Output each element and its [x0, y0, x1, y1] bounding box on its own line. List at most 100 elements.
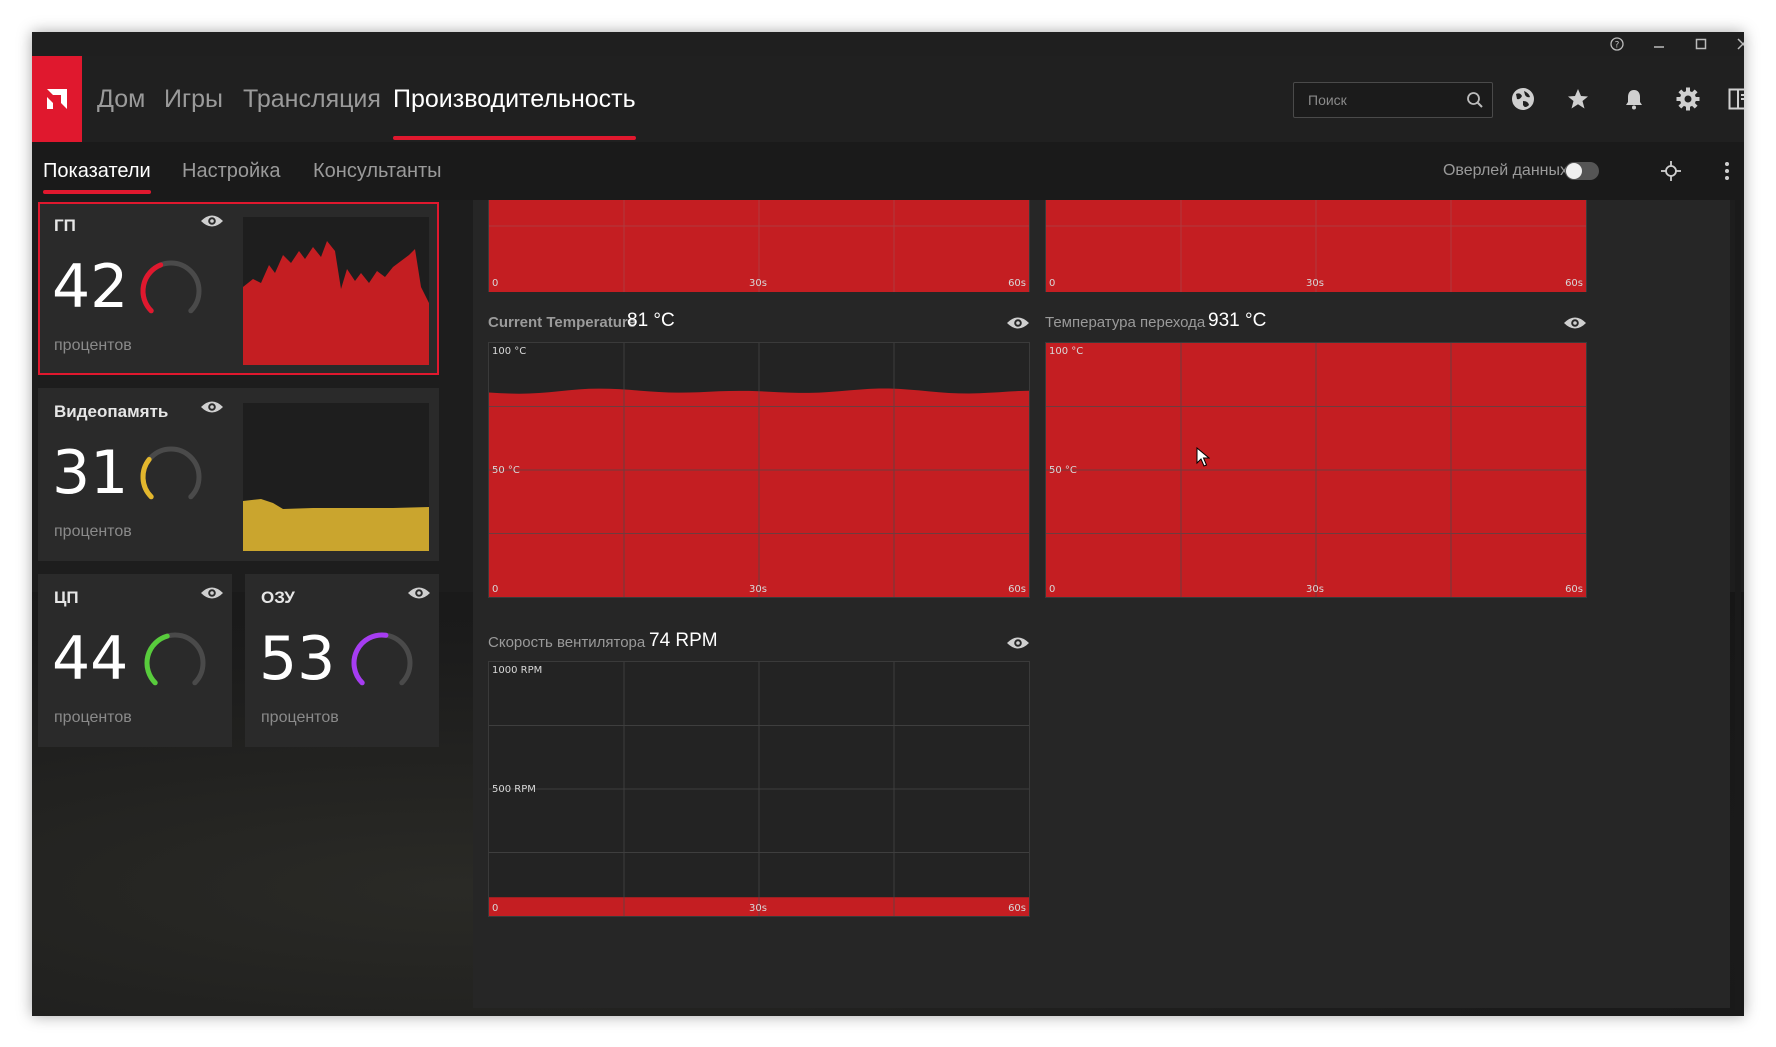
main-nav: Дом Игры Трансляция Производительность: [32, 56, 1744, 142]
eye-icon[interactable]: [200, 212, 224, 230]
cpu-card[interactable]: ЦП 44 процентов: [38, 574, 232, 747]
graph-top-left: 0 30s 60s: [488, 200, 1030, 292]
x-label: 30s: [1306, 584, 1324, 595]
subtab-advisors[interactable]: Консультанты: [313, 142, 442, 200]
y-label: 50 °C: [492, 465, 520, 476]
nav-tab-home[interactable]: Дом: [97, 56, 145, 142]
card-title: ГП: [54, 216, 76, 235]
x-label: 30s: [749, 903, 767, 914]
eye-icon[interactable]: [1563, 314, 1587, 332]
card-title: ОЗУ: [261, 588, 295, 607]
gauge-track: [140, 446, 202, 500]
x-label: 60s: [1008, 903, 1026, 914]
current-temp-graph: 100 °C 50 °C 0 30s 60s: [488, 342, 1030, 598]
search-icon[interactable]: [1466, 91, 1484, 109]
x-label: 0: [492, 584, 499, 595]
x-label: 30s: [749, 278, 767, 289]
card-unit: процентов: [54, 523, 132, 540]
x-label: 0: [1049, 278, 1056, 289]
title-bar: ?: [32, 32, 1744, 56]
eye-icon[interactable]: [200, 584, 224, 602]
crosshair-icon[interactable]: [1659, 159, 1683, 183]
y-label: 1000 RPM: [492, 665, 543, 676]
ram-value: 53: [259, 624, 336, 694]
nav-tab-performance[interactable]: Производительность: [393, 56, 636, 142]
vram-value: 31: [52, 438, 129, 508]
current-temp-header: Current Temperature 81 °C: [488, 308, 1030, 338]
metric-value: 74 RPM: [649, 630, 718, 651]
x-label: 0: [492, 278, 499, 289]
ram-gauge: [351, 632, 413, 686]
overlay-toggle[interactable]: [1565, 162, 1599, 180]
eye-icon[interactable]: [407, 584, 431, 602]
eye-icon[interactable]: [200, 398, 224, 416]
nav-tab-games[interactable]: Игры: [164, 56, 223, 142]
nav-tab-label: Производительность: [393, 85, 636, 113]
y-label: 100 °C: [492, 346, 527, 357]
gpu-value: 42: [52, 252, 129, 322]
x-label: 0: [492, 903, 499, 914]
star-icon[interactable]: [1562, 83, 1594, 115]
gear-icon[interactable]: [1672, 83, 1704, 115]
subtab-tuning[interactable]: Настройка: [182, 142, 280, 200]
x-label: 60s: [1008, 278, 1026, 289]
app-window: ? Дом Игры Трансляция Производительность: [32, 32, 1744, 1016]
search-box: [1293, 82, 1493, 118]
y-label: 100 °C: [1049, 346, 1084, 357]
card-unit: процентов: [54, 709, 132, 726]
scrollbar[interactable]: [1735, 200, 1741, 1010]
subtab-metrics[interactable]: Показатели: [43, 142, 151, 200]
metric-label: Скорость вентилятора: [488, 634, 646, 651]
panel-icon[interactable]: [1725, 83, 1744, 115]
x-label: 30s: [749, 584, 767, 595]
gauge-fill: [351, 632, 389, 686]
overlay-label: Оверлей данных: [1442, 162, 1568, 179]
help-icon[interactable]: ?: [1602, 32, 1632, 56]
gauge-fill: [144, 633, 170, 686]
metric-value: 81 °C: [627, 310, 675, 331]
card-unit: процентов: [261, 709, 339, 726]
subtab-label: Настройка: [182, 160, 281, 182]
x-label: 60s: [1008, 584, 1026, 595]
vram-gauge: [140, 446, 202, 500]
gpu-gauge: [140, 260, 202, 314]
fan-speed-header: Скорость вентилятора 74 RPM: [488, 628, 1030, 658]
metric-label: Температура перехода: [1045, 314, 1206, 331]
mouse-cursor-icon: [1196, 447, 1210, 467]
active-tab-underline: [393, 136, 636, 140]
junction-temp-graph: 100 °C 50 °C 0 30s 60s: [1045, 342, 1587, 598]
x-label: 60s: [1565, 278, 1583, 289]
cpu-value: 44: [52, 624, 129, 694]
metrics-panel: 0 30s 60s 0 30s 60s Current Temperature …: [473, 200, 1730, 1008]
fan-speed-graph: 1000 RPM 500 RPM 0 30s 60s: [488, 661, 1030, 917]
nav-tab-streaming[interactable]: Трансляция: [243, 56, 381, 142]
svg-text:?: ?: [1615, 41, 1620, 51]
vram-sparkline: [243, 403, 429, 551]
card-title: ЦП: [54, 588, 79, 607]
metric-value: 931 °C: [1208, 310, 1267, 331]
x-label: 30s: [1306, 278, 1324, 289]
bell-icon[interactable]: [1618, 83, 1650, 115]
globe-icon[interactable]: [1507, 83, 1539, 115]
nav-tab-label: Дом: [97, 85, 146, 113]
subtab-label: Показатели: [43, 160, 151, 182]
vram-card[interactable]: Видеопамять 31 процентов: [38, 388, 439, 561]
nav-tab-label: Трансляция: [243, 85, 381, 113]
x-label: 60s: [1565, 584, 1583, 595]
toggle-knob: [1566, 163, 1582, 179]
sub-nav: Показатели Настройка Консультанты Оверле…: [32, 142, 1744, 200]
ram-card[interactable]: ОЗУ 53 процентов: [245, 574, 439, 747]
more-options-icon[interactable]: [1720, 159, 1734, 183]
search-input[interactable]: [1294, 83, 1454, 117]
close-icon[interactable]: [1728, 32, 1744, 56]
eye-icon[interactable]: [1006, 634, 1030, 652]
amd-logo-icon[interactable]: [32, 56, 82, 142]
cpu-gauge: [144, 632, 206, 686]
card-unit: процентов: [54, 337, 132, 354]
subtab-label: Консультанты: [313, 160, 442, 182]
gpu-card[interactable]: ГП 42 процентов: [38, 202, 439, 375]
maximize-icon[interactable]: [1686, 32, 1716, 56]
eye-icon[interactable]: [1006, 314, 1030, 332]
active-subtab-underline: [43, 190, 151, 194]
minimize-icon[interactable]: [1644, 32, 1674, 56]
